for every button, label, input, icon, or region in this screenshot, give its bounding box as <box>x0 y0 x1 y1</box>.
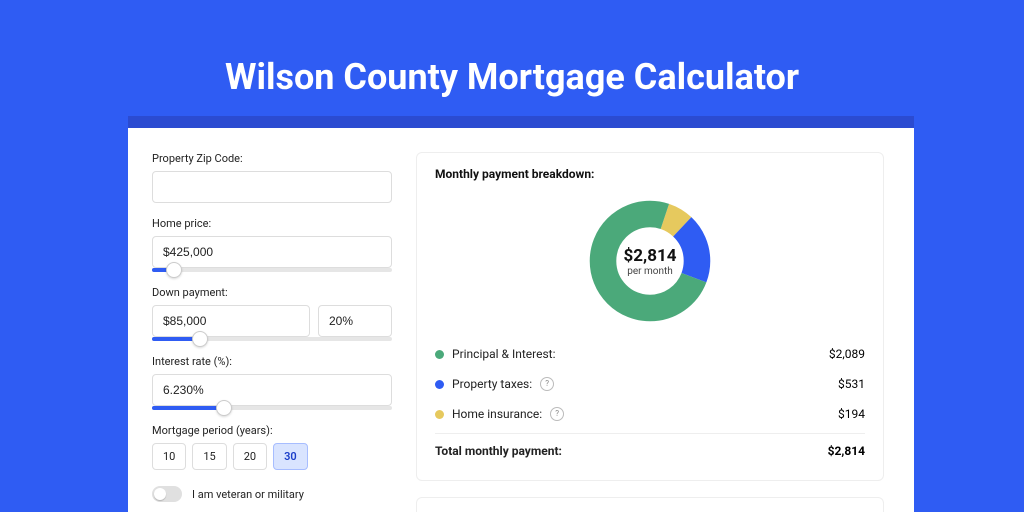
mortgage-period-label: Mortgage period (years): <box>152 424 392 437</box>
period-option-15[interactable]: 15 <box>192 443 226 470</box>
down-payment-slider[interactable] <box>152 337 392 341</box>
veteran-label: I am veteran or military <box>192 488 304 501</box>
interest-rate-label: Interest rate (%): <box>152 355 392 368</box>
toggle-knob <box>154 488 166 500</box>
down-payment-pct-input[interactable] <box>318 305 392 337</box>
form-column: Property Zip Code: Home price: Down paym… <box>152 152 392 512</box>
breakdown-title: Monthly payment breakdown: <box>435 167 865 181</box>
donut-value: $2,814 <box>624 246 677 266</box>
info-icon[interactable]: ? <box>550 407 564 421</box>
home-price-slider[interactable] <box>152 268 392 272</box>
legend-row: Home insurance:? $194 <box>435 399 865 429</box>
page-title: Wilson County Mortgage Calculator <box>0 0 1024 98</box>
down-payment-label: Down payment: <box>152 286 392 299</box>
period-option-10[interactable]: 10 <box>152 443 186 470</box>
calculator-card: Property Zip Code: Home price: Down paym… <box>128 128 914 512</box>
zip-input[interactable] <box>152 171 392 203</box>
legend-label: Property taxes: <box>452 377 532 391</box>
legend-label: Principal & Interest: <box>452 347 556 361</box>
mortgage-period-field: Mortgage period (years): 1015 2030 <box>152 424 392 470</box>
zip-field: Property Zip Code: <box>152 152 392 203</box>
legend-label: Home insurance: <box>452 407 542 421</box>
down-payment-amount-input[interactable] <box>152 305 310 337</box>
period-option-20[interactable]: 20 <box>233 443 267 470</box>
legend-total-row: Total monthly payment: $2,814 <box>435 433 865 466</box>
interest-rate-slider[interactable] <box>152 406 392 410</box>
home-price-field: Home price: <box>152 217 392 272</box>
legend: Principal & Interest: $2,089 Property taxe… <box>435 339 865 429</box>
legend-row: Principal & Interest: $2,089 <box>435 339 865 369</box>
zip-label: Property Zip Code: <box>152 152 392 165</box>
home-price-input[interactable] <box>152 236 392 268</box>
interest-rate-input[interactable] <box>152 374 392 406</box>
donut-sublabel: per month <box>627 266 673 277</box>
legend-total-value: $2,814 <box>828 444 865 458</box>
legend-value: $531 <box>838 377 865 391</box>
legend-value: $2,089 <box>829 347 865 361</box>
legend-dot <box>435 350 444 359</box>
amortization-panel: Amortization for mortgage loan Amortizat… <box>416 497 884 512</box>
legend-total-label: Total monthly payment: <box>435 444 562 458</box>
period-option-30[interactable]: 30 <box>273 443 308 470</box>
header-band <box>128 116 914 128</box>
down-payment-field: Down payment: <box>152 286 392 341</box>
legend-dot <box>435 380 444 389</box>
legend-dot <box>435 410 444 419</box>
donut-wrap: $2,814 per month <box>435 191 865 339</box>
legend-row: Property taxes:? $531 <box>435 369 865 399</box>
breakdown-panel: Monthly payment breakdown: $2,814 per mo… <box>416 152 884 481</box>
veteran-toggle[interactable] <box>152 486 182 502</box>
interest-rate-field: Interest rate (%): <box>152 355 392 410</box>
home-price-label: Home price: <box>152 217 392 230</box>
veteran-row: I am veteran or military <box>152 486 392 502</box>
info-icon[interactable]: ? <box>540 377 554 391</box>
results-column: Monthly payment breakdown: $2,814 per mo… <box>416 152 884 512</box>
donut-chart: $2,814 per month <box>588 199 712 323</box>
legend-value: $194 <box>838 407 865 421</box>
